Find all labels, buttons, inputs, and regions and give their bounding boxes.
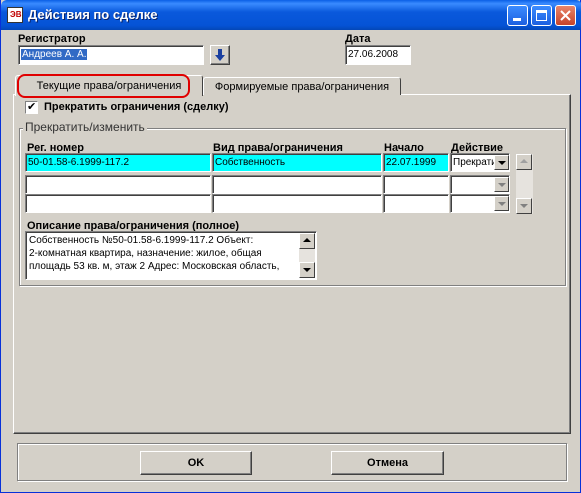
row-3-reg-number[interactable]: [25, 194, 211, 213]
date-field[interactable]: 27.06.2008: [345, 45, 411, 65]
minimize-icon: [513, 18, 521, 21]
scroll-down-button[interactable]: [516, 198, 532, 214]
description-line: 2-комнатная квартира, назначение: жилое,…: [29, 248, 262, 259]
tab-highlight-ring: [17, 74, 190, 98]
ok-button[interactable]: OK: [140, 451, 252, 475]
arrow-up-icon: [520, 159, 528, 163]
row-2-start[interactable]: [383, 175, 449, 194]
terminate-group-title: Прекратить/изменить: [23, 120, 147, 134]
maximize-button[interactable]: [531, 5, 552, 26]
app-icon-label: ЭВ: [10, 10, 22, 19]
app-icon: ЭВ: [7, 7, 23, 23]
row-1-start[interactable]: 22.07.1999: [383, 153, 449, 172]
desc-scroll-down-button[interactable]: [299, 262, 315, 278]
dropdown-arrow-icon[interactable]: [494, 177, 509, 192]
date-value: 27.06.2008: [348, 49, 399, 60]
close-icon: [560, 10, 571, 21]
registrar-value: Андреев А. А.: [21, 49, 88, 60]
row-3-action-select[interactable]: [450, 194, 510, 213]
row-1-reg-number[interactable]: 50-01.58-6.1999-117.2: [25, 153, 211, 172]
table-scrollbar[interactable]: [516, 154, 533, 214]
cancel-button[interactable]: Отмена: [331, 451, 444, 475]
description-line: площадь 53 кв. м, этаж 2 Адрес: Московск…: [29, 261, 280, 272]
registrar-label: Регистратор: [18, 33, 86, 45]
button-frame: [17, 443, 567, 481]
row-3-start[interactable]: [383, 194, 449, 213]
scroll-up-button[interactable]: [516, 154, 532, 170]
title-bar[interactable]: ЭВ Действия по сделке: [1, 0, 581, 30]
maximize-icon: [536, 10, 547, 21]
desc-scroll-up-button[interactable]: [299, 233, 315, 249]
arrow-down-icon: [215, 49, 225, 61]
registrar-select-button[interactable]: [210, 45, 230, 65]
terminate-checkbox-label: Прекратить ограничения (сделку): [44, 101, 229, 113]
description-scrollbar[interactable]: [299, 233, 315, 278]
tab-forming-rights-label: Формируемые права/ограничения: [214, 81, 390, 93]
date-label: Дата: [345, 33, 371, 45]
arrow-down-icon: [520, 204, 528, 208]
dropdown-arrow-icon[interactable]: [494, 196, 509, 211]
row-2-right-type[interactable]: [212, 175, 382, 194]
terminate-checkbox[interactable]: ✔: [25, 101, 38, 114]
arrow-down-icon: [303, 268, 311, 272]
description-textarea[interactable]: Собственность №50-01.58-6.1999-117.2 Объ…: [25, 231, 317, 280]
window-title: Действия по сделке: [28, 7, 158, 22]
arrow-up-icon: [303, 238, 311, 242]
close-button[interactable]: [555, 5, 576, 26]
tab-forming-rights[interactable]: Формируемые права/ограничения: [203, 77, 401, 95]
check-icon: ✔: [27, 101, 37, 113]
description-line: Собственность №50-01.58-6.1999-117.2 Объ…: [29, 235, 254, 246]
row-2-action-select[interactable]: [450, 175, 510, 194]
dropdown-arrow-icon[interactable]: [494, 155, 509, 170]
registrar-field[interactable]: Андреев А. А.: [18, 45, 204, 65]
row-2-reg-number[interactable]: [25, 175, 211, 194]
row-3-right-type[interactable]: [212, 194, 382, 213]
row-1-right-type[interactable]: Собственность: [212, 153, 382, 172]
dialog-body: Регистратор Андреев А. А. Дата 27.06.200…: [5, 30, 577, 489]
dialog-window: ЭВ Действия по сделке Регистратор Андрее…: [0, 0, 581, 493]
row-1-action-select[interactable]: Прекратить: [450, 153, 510, 172]
minimize-button[interactable]: [507, 5, 528, 26]
